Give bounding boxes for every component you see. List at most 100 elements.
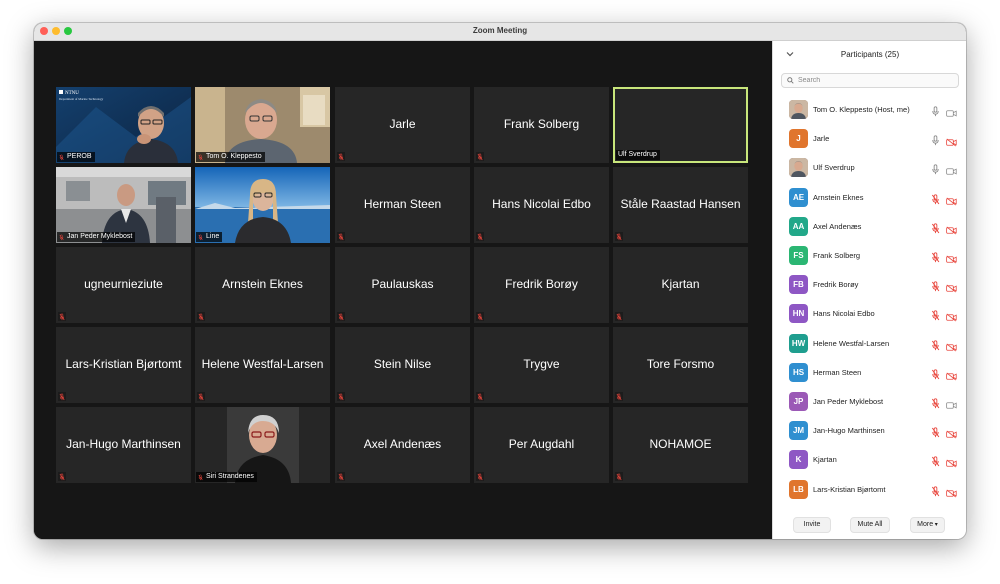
video-tile[interactable]: Frank Solberg (474, 87, 609, 163)
mic-muted-icon[interactable] (931, 367, 940, 385)
video-tile[interactable]: Herman Steen (335, 167, 470, 243)
video-off-icon[interactable] (946, 134, 957, 152)
mic-muted-icon[interactable] (931, 221, 940, 239)
participant-row[interactable]: J Jarle (773, 124, 966, 153)
svg-text:NTNU: NTNU (65, 91, 79, 96)
video-off-icon[interactable] (946, 368, 957, 386)
participant-name: Tom O. Kleppesto (206, 153, 262, 160)
participant-row[interactable]: LB Lars-Kristian Bjørtomt (773, 475, 966, 504)
participants-title: Participants (25) (840, 50, 900, 59)
video-off-icon[interactable] (946, 455, 957, 473)
participant-row[interactable]: AE Arnstein Eknes (773, 183, 966, 212)
video-off-icon[interactable] (946, 193, 957, 211)
video-tile[interactable]: Hans Nicolai Edbo (474, 167, 609, 243)
mic-muted-icon[interactable] (931, 279, 940, 297)
video-off-icon[interactable] (946, 251, 957, 269)
mic-muted-icon[interactable] (931, 308, 940, 326)
video-tile[interactable]: Lars-Kristian Bjørtomt (56, 327, 191, 403)
participant-name-tag: Siri Strandenes (196, 472, 257, 482)
microphone-icon[interactable] (931, 104, 940, 122)
mic-muted-icon (58, 312, 66, 321)
participant-row[interactable]: HS Herman Steen (773, 358, 966, 387)
avatar: LB (789, 479, 808, 499)
video-tile[interactable]: Ståle Raastad Hansen (613, 167, 748, 243)
video-tile[interactable]: Axel Andenæs (335, 407, 470, 483)
microphone-icon[interactable] (931, 162, 940, 180)
video-off-icon[interactable] (946, 280, 957, 298)
video-tile[interactable]: Per Augdahl (474, 407, 609, 483)
mic-muted-icon[interactable] (931, 484, 940, 502)
video-tile[interactable]: Siri Strandenes (195, 407, 330, 483)
video-camera-icon[interactable] (946, 163, 957, 181)
participant-row[interactable]: AA Axel Andenæs (773, 212, 966, 241)
mic-muted-icon[interactable] (931, 192, 940, 210)
participant-row[interactable]: FB Fredrik Borøy (773, 270, 966, 299)
participant-name: Herman Steen (363, 197, 442, 211)
video-off-icon[interactable] (946, 426, 957, 444)
video-tile[interactable]: Stein Nilse (335, 327, 470, 403)
video-tile[interactable]: Arnstein Eknes (195, 247, 330, 323)
video-tile[interactable]: NOHAMOE (613, 407, 748, 483)
search-input[interactable] (798, 77, 948, 84)
video-tile[interactable]: Line (195, 167, 330, 243)
avatar: JP (789, 392, 808, 411)
participant-row[interactable]: HW Helene Westfal-Larsen (773, 329, 966, 358)
video-camera-icon[interactable] (946, 397, 957, 415)
mic-muted-icon (337, 152, 345, 161)
video-tile[interactable]: ugneurnieziute (56, 247, 191, 323)
participant-name: Paulauskas (371, 277, 434, 291)
participant-name: Per Augdahl (508, 437, 575, 451)
participant-name: Ulf Sverdrup (813, 163, 855, 173)
participant-row[interactable]: K Kjartan (773, 445, 966, 474)
participant-name: Jan-Hugo Marthinsen (66, 437, 181, 451)
video-tile[interactable]: Kjartan (613, 247, 748, 323)
video-camera-icon[interactable] (946, 105, 957, 123)
participant-name: ugneurnieziute (84, 277, 163, 291)
participant-row[interactable]: JM Jan-Hugo Marthinsen (773, 416, 966, 445)
participant-row[interactable]: JP Jan Peder Myklebost (773, 387, 966, 416)
participant-search[interactable] (781, 73, 959, 88)
video-tile[interactable]: Ulf Sverdrup (613, 87, 748, 163)
participant-name-tag: Ulf Sverdrup (616, 150, 660, 160)
participant-name: Kjartan (661, 277, 700, 291)
participant-row[interactable]: Tom O. Kleppesto (Host, me) (773, 95, 966, 124)
mic-muted-icon[interactable] (931, 454, 940, 472)
participant-row[interactable]: FS Frank Solberg (773, 241, 966, 270)
participant-name: Hans Nicolai Edbo (813, 309, 875, 319)
video-off-icon[interactable] (946, 485, 957, 503)
invite-button[interactable]: Invite (793, 517, 831, 533)
mic-muted-icon[interactable] (931, 396, 940, 414)
participant-name: Ståle Raastad Hansen (620, 197, 741, 211)
participant-name: NOHAMOE (649, 437, 712, 451)
video-tile[interactable]: Paulauskas (335, 247, 470, 323)
more-button[interactable]: More ▾ (910, 517, 945, 533)
participant-name: Herman Steen (813, 367, 862, 377)
mic-muted-icon[interactable] (931, 250, 940, 268)
avatar (789, 158, 808, 178)
video-tile[interactable]: Jarle (335, 87, 470, 163)
video-tile[interactable]: Tore Forsmo (613, 327, 748, 403)
microphone-icon[interactable] (931, 133, 940, 151)
mic-muted-icon[interactable] (931, 425, 940, 443)
video-tile[interactable]: Fredrik Borøy (474, 247, 609, 323)
video-tile[interactable]: Helene Westfal-Larsen (195, 327, 330, 403)
video-tile[interactable]: Trygve (474, 327, 609, 403)
video-tile[interactable]: NTNU Department of Marine Technology PEROB (56, 87, 191, 163)
video-tile[interactable]: Jan-Hugo Marthinsen (56, 407, 191, 483)
gallery-view: NTNU Department of Marine Technology PEROB… (34, 41, 771, 539)
participant-row[interactable]: Ulf Sverdrup (773, 153, 966, 182)
video-tile[interactable]: Tom O. Kleppesto (195, 87, 330, 163)
video-off-icon[interactable] (946, 339, 957, 357)
participant-name: Jarle (389, 117, 416, 131)
video-off-icon[interactable] (946, 222, 957, 240)
participant-row[interactable]: HN Hans Nicolai Edbo (773, 299, 966, 328)
participant-name: Line (206, 233, 220, 240)
video-off-icon[interactable] (946, 309, 957, 327)
mic-muted-icon (476, 472, 484, 481)
mic-muted-icon[interactable] (931, 338, 940, 356)
mute-all-button[interactable]: Mute All (850, 517, 890, 533)
avatar: AA (789, 216, 808, 236)
video-tile[interactable]: Jan Peder Myklebost (56, 167, 191, 243)
mic-muted-icon (615, 312, 623, 321)
participant-name: Trygve (523, 357, 560, 371)
